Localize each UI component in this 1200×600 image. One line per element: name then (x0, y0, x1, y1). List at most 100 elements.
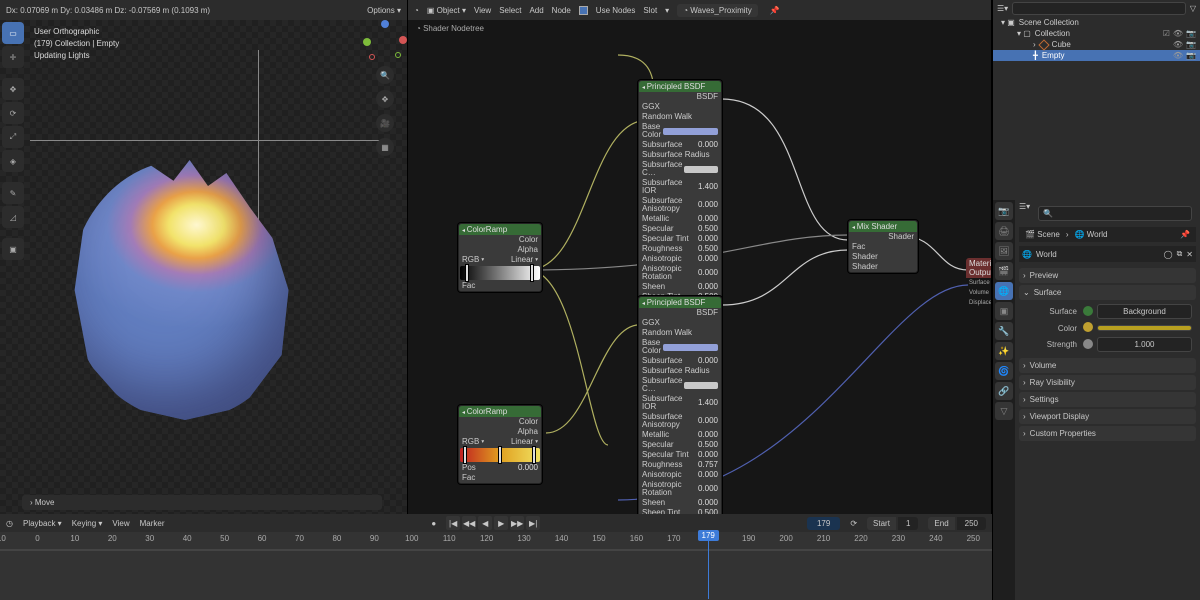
end-frame-field[interactable]: 250 (957, 517, 986, 530)
node-field[interactable]: Roughness0.500 (639, 244, 721, 254)
clock-icon[interactable]: ⟳ (850, 519, 857, 528)
node-field[interactable]: Anisotropic0.000 (639, 254, 721, 264)
outliner-search[interactable] (1012, 2, 1186, 15)
panel-ray-visibility[interactable]: ›Ray Visibility (1019, 375, 1196, 390)
axis-x-icon[interactable] (399, 36, 407, 44)
world-color-swatch[interactable] (1097, 325, 1192, 331)
eye-icon[interactable]: 👁 (1173, 51, 1183, 60)
outliner-collection[interactable]: ▾ ▢ Collection ☑👁📷 (993, 28, 1200, 39)
properties-search[interactable] (1038, 206, 1192, 221)
node-field[interactable]: Subsurface Anisotropy0.000 (639, 412, 721, 430)
node-field[interactable]: Random Walk (639, 328, 721, 338)
current-frame-field[interactable]: 179 (807, 517, 840, 530)
panel-viewport-display[interactable]: ›Viewport Display (1019, 409, 1196, 424)
play-reverse-button[interactable]: ◀ (478, 516, 492, 530)
tab-scene[interactable]: 🎬 (995, 262, 1013, 280)
node-field[interactable]: Anisotropic Rotation0.000 (639, 264, 721, 282)
node-canvas[interactable]: ◂ ColorRamp Color Alpha RGB ▾ Linear ▾ F… (408, 40, 991, 514)
tool-move[interactable]: ✥ (2, 78, 24, 100)
tab-modifier[interactable]: 🔧 (995, 322, 1013, 340)
node-field[interactable]: Base Color (639, 122, 721, 140)
node-field[interactable]: GGX (639, 102, 721, 112)
node-field[interactable]: Subsurface Anisotropy0.000 (639, 196, 721, 214)
playhead[interactable]: 179 (708, 530, 709, 599)
tool-cursor[interactable]: ✛ (2, 46, 24, 68)
node-field[interactable]: Sheen0.000 (639, 498, 721, 508)
eye-icon[interactable]: 👁 (1173, 40, 1183, 49)
node-field[interactable]: Subsurface IOR1.400 (639, 394, 721, 412)
copy-icon[interactable]: ⧉ (1177, 249, 1183, 259)
node-field[interactable]: Subsurface Radius (639, 366, 721, 376)
node-material-output[interactable]: Material Output Surface Volume Displacem… (966, 258, 991, 308)
menu-keying[interactable]: Keying ▾ (72, 519, 103, 528)
menu-add[interactable]: Add (529, 6, 543, 15)
socket-icon[interactable] (1083, 339, 1093, 349)
node-header[interactable]: ◂ Mix Shader (849, 221, 917, 232)
outliner-item-cube[interactable]: › Cube 👁📷 (993, 39, 1200, 50)
node-field[interactable]: Specular0.500 (639, 440, 721, 450)
node-field[interactable]: Subsurface IOR1.400 (639, 178, 721, 196)
menu-marker[interactable]: Marker (140, 519, 165, 528)
node-field[interactable]: Roughness0.757 (639, 460, 721, 470)
color-ramp-gradient[interactable] (460, 448, 540, 462)
world-strength-field[interactable]: 1.000 (1097, 337, 1192, 352)
pan-icon[interactable]: ✥ (376, 90, 394, 108)
panel-volume[interactable]: ›Volume (1019, 358, 1196, 373)
node-field[interactable]: Metallic0.000 (639, 430, 721, 440)
axis-negy-icon[interactable] (395, 52, 401, 58)
zoom-icon[interactable]: 🔍 (376, 66, 394, 84)
tab-objectdata[interactable]: ▽ (995, 402, 1013, 420)
tool-add-primitive[interactable]: ▣ (2, 238, 24, 260)
node-header[interactable]: ◂ Principled BSDF (639, 297, 721, 308)
properties-type-icon[interactable]: ☰▾ (1019, 202, 1030, 225)
panel-surface[interactable]: ⌄Surface (1019, 285, 1196, 300)
tool-rotate[interactable]: ⟳ (2, 102, 24, 124)
node-field[interactable]: Anisotropic0.000 (639, 470, 721, 480)
material-dropdown[interactable]: ◔ Waves_Proximity (677, 4, 758, 17)
panel-settings[interactable]: ›Settings (1019, 392, 1196, 407)
node-field[interactable]: Subsurface C… (639, 376, 721, 394)
jump-start-button[interactable]: |◀ (446, 516, 460, 530)
play-button[interactable]: ▶ (494, 516, 508, 530)
navigation-gizmo[interactable] (367, 24, 403, 60)
color-ramp-gradient[interactable] (460, 266, 540, 280)
editor-type-icon[interactable]: ◔ (414, 6, 419, 15)
tool-measure[interactable]: ◿ (2, 206, 24, 228)
node-field[interactable]: Base Color (639, 338, 721, 356)
object-mode-dropdown[interactable]: ▣ Object ▾ (427, 6, 466, 15)
camera-icon[interactable]: 📷 (1186, 51, 1196, 60)
node-header[interactable]: ◂ Principled BSDF (639, 81, 721, 92)
tab-object[interactable]: ▣ (995, 302, 1013, 320)
timeline-track[interactable] (0, 550, 992, 551)
jump-end-button[interactable]: ▶| (526, 516, 540, 530)
node-field[interactable]: Specular0.500 (639, 224, 721, 234)
timeline-body[interactable]: -100102030405060708090100110120130140150… (0, 532, 992, 600)
node-field[interactable]: Specular Tint0.000 (639, 450, 721, 460)
menu-node[interactable]: Node (552, 6, 571, 15)
node-field[interactable]: Sheen0.000 (639, 282, 721, 292)
outliner-item-empty[interactable]: ╋ Empty 👁📷 (993, 50, 1200, 61)
viewport-canvas[interactable]: › Move (0, 20, 407, 514)
tab-constraints[interactable]: 🔗 (995, 382, 1013, 400)
keyframe-prev-button[interactable]: ◀◀ (462, 516, 476, 530)
axis-y-icon[interactable] (363, 38, 371, 46)
tool-transform[interactable]: ◈ (2, 150, 24, 172)
node-field[interactable]: Random Walk (639, 112, 721, 122)
tab-output[interactable]: 🖨 (995, 222, 1013, 240)
exclude-icon[interactable]: ☑ (1163, 29, 1170, 38)
tool-select-box[interactable]: ▭ (2, 22, 24, 44)
axis-negx-icon[interactable] (369, 54, 375, 60)
slot-label[interactable]: Slot (643, 6, 657, 15)
menu-view-tl[interactable]: View (112, 519, 129, 528)
node-field[interactable]: Anisotropic Rotation0.000 (639, 480, 721, 498)
panel-custom-properties[interactable]: ›Custom Properties (1019, 426, 1196, 441)
tab-particles[interactable]: ✨ (995, 342, 1013, 360)
options-dropdown[interactable]: Options ▾ (367, 6, 401, 15)
tab-render[interactable]: 📷 (995, 202, 1013, 220)
start-frame-field[interactable]: 1 (898, 517, 918, 530)
world-datablock[interactable]: 🌐 World ◯ ⧉ ✕ (1019, 246, 1196, 262)
surface-shader-dropdown[interactable]: Background (1097, 304, 1192, 319)
tool-scale[interactable]: ⤢ (2, 126, 24, 148)
operator-panel[interactable]: › Move (22, 495, 382, 510)
camera-icon[interactable]: 📷 (1186, 29, 1196, 38)
